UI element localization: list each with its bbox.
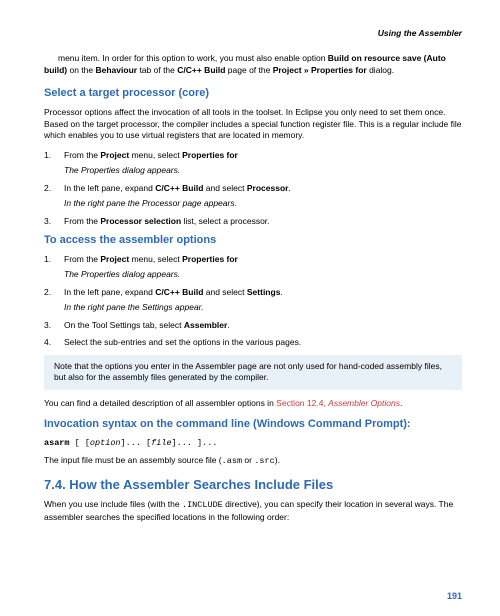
bold: Behaviour [96,65,138,75]
paragraph: When you use include files (with the .IN… [44,499,462,523]
bold: C/C++ Build [155,183,203,193]
sub-note: In the right pane the Settings appear. [44,302,462,313]
text: On the Tool Settings tab, select [64,320,184,330]
list-item: In the left pane, expand C/C++ Build and… [44,183,462,194]
page-header: Using the Assembler [44,28,462,39]
text: From the [64,150,100,160]
ordered-list: From the Processor selection list, selec… [44,216,462,227]
text: In the left pane, expand [64,287,155,297]
text: page of the [225,65,272,75]
heading-assembler-options: To access the assembler options [44,233,462,248]
ordered-list: In the left pane, expand C/C++ Build and… [44,287,462,298]
text: on the [67,65,95,75]
mono: .INCLUDE [182,500,223,510]
ordered-list: In the left pane, expand C/C++ Build and… [44,183,462,194]
mono: .asm [222,456,242,466]
text: . [400,398,402,408]
bold: Processor [247,183,289,193]
list-item: From the Processor selection list, selec… [44,216,462,227]
text: When you use include files (with the [44,499,182,509]
paragraph: The input file must be an assembly sourc… [44,455,462,467]
list-item: On the Tool Settings tab, select Assembl… [44,320,462,331]
text: or [242,455,254,465]
text: . [280,287,282,297]
cmd-option: option [90,438,121,448]
paragraph: Processor options affect the invocation … [44,107,462,141]
text: The input file must be an assembly sourc… [44,455,222,465]
link-section-italic[interactable]: Assembler Options [328,398,400,408]
ordered-list: From the Project menu, select Properties… [44,150,462,161]
sub-note: In the right pane the Processor page app… [44,198,462,209]
text: menu item. In order for this option to w… [58,53,328,63]
heading-select-processor: Select a target processor (core) [44,86,462,101]
text: [ [ [70,438,90,448]
page-number: 191 [447,590,462,602]
bold: C/C++ Build [177,65,225,75]
text: From the [64,216,100,226]
text: ). [275,455,280,465]
text: menu, select [129,150,182,160]
bold: Processor selection [100,216,181,226]
text: ]... ]... [172,438,218,448]
syntax-line: asarm [ [option]... [file]... ]... [44,438,462,449]
bold: Project [100,254,129,264]
heading-invocation-syntax: Invocation syntax on the command line (W… [44,417,462,432]
text: tab of the [137,65,177,75]
text: . [288,183,290,193]
list-item: Select the sub-entries and set the optio… [44,337,462,348]
list-item: In the left pane, expand C/C++ Build and… [44,287,462,298]
ordered-list: On the Tool Settings tab, select Assembl… [44,320,462,349]
note-box: Note that the options you enter in the A… [44,355,462,390]
link-section[interactable]: Section 12.4, [276,398,328,408]
text: and select [203,183,246,193]
heading-section-7-4: 7.4. How the Assembler Searches Include … [44,476,462,494]
text: list, select a processor. [181,216,269,226]
text: menu, select [129,254,182,264]
bold: C/C++ Build [155,287,203,297]
paragraph: You can find a detailed description of a… [44,398,462,409]
ordered-list: From the Project menu, select Properties… [44,254,462,265]
list-item: From the Project menu, select Properties… [44,150,462,161]
bold: Project [100,150,129,160]
text: . [227,320,229,330]
list-item: From the Project menu, select Properties… [44,254,462,265]
sub-note: The Properties dialog appears. [44,165,462,176]
text: dialog. [367,65,394,75]
text: and select [203,287,246,297]
bold: Project » Properties for [273,65,367,75]
bold: Properties for [182,150,238,160]
bold: Settings [247,287,281,297]
bold: Assembler [184,320,227,330]
bold: Properties for [182,254,238,264]
text: ]... [ [121,438,152,448]
mono: .src [254,456,274,466]
text: In the left pane, expand [64,183,155,193]
intro-paragraph: menu item. In order for this option to w… [44,53,462,76]
sub-note: The Properties dialog appears. [44,269,462,280]
text: You can find a detailed description of a… [44,398,276,408]
cmd-name: asarm [44,438,70,448]
cmd-file: file [151,438,171,448]
text: From the [64,254,100,264]
